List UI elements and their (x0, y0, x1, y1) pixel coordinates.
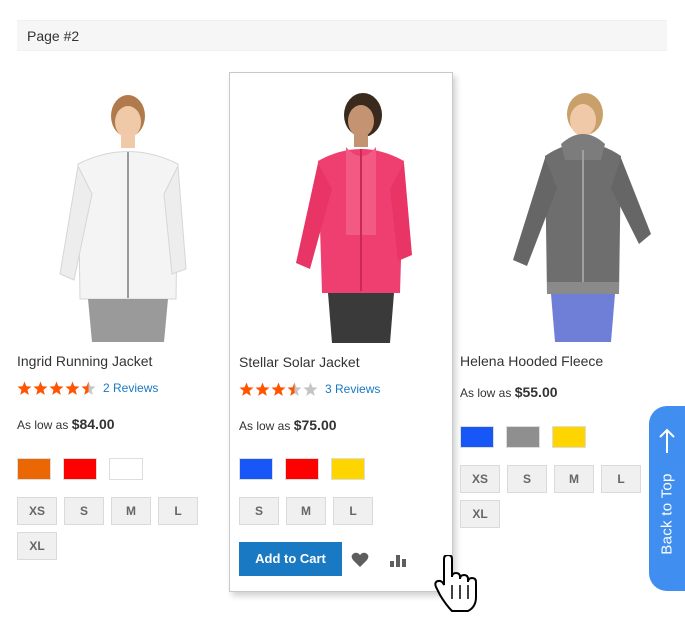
star-icon (255, 382, 270, 396)
star-icon (49, 381, 64, 395)
product-item[interactable]: Helena Hooded Fleece As low as $55.00 XS… (451, 72, 675, 592)
rating: 2 Reviews (17, 377, 158, 399)
heart-icon[interactable] (351, 552, 369, 568)
price-box: As low as $55.00 (460, 384, 558, 400)
arrow-up-icon (659, 428, 675, 453)
color-swatches (460, 426, 598, 448)
size-option[interactable]: XS (460, 465, 500, 493)
price: $75.00 (293, 417, 337, 433)
add-to-cart-button[interactable]: Add to Cart (239, 542, 342, 576)
color-swatches (239, 458, 377, 480)
product-image[interactable] (451, 84, 675, 342)
star-icon (303, 382, 318, 396)
price-prefix: As low as (239, 419, 291, 433)
product-name[interactable]: Helena Hooded Fleece (460, 353, 603, 369)
size-option[interactable]: M (111, 497, 151, 525)
reviews-link[interactable]: 2 Reviews (103, 381, 158, 395)
price-prefix: As low as (17, 418, 69, 432)
size-option[interactable]: M (554, 465, 594, 493)
size-option[interactable]: S (507, 465, 547, 493)
size-option[interactable]: XL (17, 532, 57, 560)
color-swatch[interactable] (506, 426, 540, 448)
price: $55.00 (514, 384, 558, 400)
size-option[interactable]: XL (460, 500, 500, 528)
color-swatch[interactable] (552, 426, 586, 448)
page-label: Page #2 (17, 20, 667, 51)
product-item-hovered[interactable]: Stellar Solar Jacket 3 Reviews As low as… (229, 72, 453, 592)
rating-stars (239, 382, 319, 397)
hand-cursor-icon (434, 555, 477, 612)
product-image[interactable] (230, 85, 454, 343)
rating: 3 Reviews (239, 378, 380, 400)
size-options: SML (239, 497, 449, 532)
size-option[interactable]: L (601, 465, 641, 493)
star-icon (17, 381, 32, 395)
compare-icon[interactable] (389, 552, 407, 568)
price-box: As low as $84.00 (17, 416, 115, 432)
size-options: XS S M L XL (460, 465, 670, 535)
size-option[interactable]: M (286, 497, 326, 525)
color-swatch[interactable] (460, 426, 494, 448)
size-option[interactable]: L (333, 497, 373, 525)
color-swatch[interactable] (285, 458, 319, 480)
color-swatch[interactable] (331, 458, 365, 480)
back-to-top-button[interactable]: Back to Top (649, 406, 685, 591)
color-swatch[interactable] (239, 458, 273, 480)
size-option[interactable]: S (64, 497, 104, 525)
product-name[interactable]: Ingrid Running Jacket (17, 353, 152, 369)
size-options: XS S M L XL (17, 497, 227, 567)
color-swatches (17, 458, 155, 480)
rating-stars (17, 381, 97, 396)
size-option[interactable]: XS (17, 497, 57, 525)
star-icon (239, 382, 254, 396)
product-image[interactable] (8, 84, 232, 342)
size-option[interactable]: S (239, 497, 279, 525)
price-box: As low as $75.00 (239, 417, 337, 433)
price: $84.00 (71, 416, 115, 432)
product-name[interactable]: Stellar Solar Jacket (239, 354, 360, 370)
star-icon (287, 382, 302, 396)
color-swatch[interactable] (17, 458, 51, 480)
color-swatch[interactable] (63, 458, 97, 480)
product-item[interactable]: Ingrid Running Jacket 2 Reviews As low a… (8, 72, 232, 592)
star-icon (65, 381, 80, 395)
back-to-top-label: Back to Top (658, 473, 676, 555)
star-icon (81, 381, 96, 395)
size-option[interactable]: L (158, 497, 198, 525)
star-icon (271, 382, 286, 396)
reviews-link[interactable]: 3 Reviews (325, 382, 380, 396)
price-prefix: As low as (460, 386, 512, 400)
color-swatch[interactable] (109, 458, 143, 480)
star-icon (33, 381, 48, 395)
